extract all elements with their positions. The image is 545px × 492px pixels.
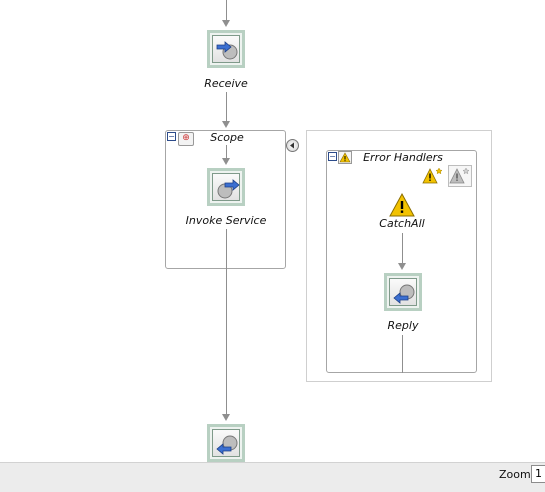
zoom-label: Zoom: (499, 468, 535, 481)
triangle-left-icon (290, 142, 294, 149)
scope-label: Scope (210, 131, 244, 144)
collapse-handlers-button[interactable] (286, 139, 299, 152)
arrow-reply (398, 263, 406, 270)
connector-top (226, 0, 227, 22)
status-bar: Zoom: 1 (0, 462, 545, 492)
error-handlers-collapse-button[interactable]: − (328, 152, 337, 161)
receive-label: Receive (204, 77, 248, 90)
arrow-bottom-reply (222, 414, 230, 421)
catch-all-label: CatchAll (379, 217, 425, 230)
catch-all-icon[interactable] (388, 192, 416, 218)
warning-icon (338, 151, 352, 164)
receive-icon (216, 41, 238, 60)
zoom-input[interactable]: 1 (531, 465, 545, 483)
arrow-invoke (222, 158, 230, 165)
add-catch-icon[interactable] (422, 166, 444, 186)
invoke-service-activity[interactable] (207, 168, 245, 206)
connector-reply-end (402, 335, 403, 373)
connector-receive-scope (226, 92, 227, 124)
process-canvas[interactable]: Receive − ⊕ Scope Invoke Service − Error… (0, 0, 545, 462)
arrow-scope (222, 121, 230, 128)
reply-icon (216, 435, 238, 455)
error-handlers-label: Error Handlers (363, 151, 443, 164)
error-handlers-box[interactable]: − Error Handlers CatchAll Reply (326, 150, 477, 373)
bottom-reply-activity[interactable] (207, 424, 245, 462)
connector-invoke-reply (226, 229, 227, 416)
connector-catchall-reply (402, 233, 403, 263)
reply-activity[interactable] (384, 273, 422, 311)
scope-collapse-button[interactable]: − (167, 132, 176, 141)
add-catch-all-icon[interactable] (448, 165, 472, 187)
invoke-service-label: Invoke Service (185, 214, 267, 227)
receive-activity[interactable] (207, 30, 245, 68)
scope-icon: ⊕ (178, 132, 194, 146)
reply-label: Reply (387, 319, 419, 332)
reply-icon (393, 284, 415, 304)
arrow-top (222, 20, 230, 27)
invoke-icon (217, 179, 240, 199)
